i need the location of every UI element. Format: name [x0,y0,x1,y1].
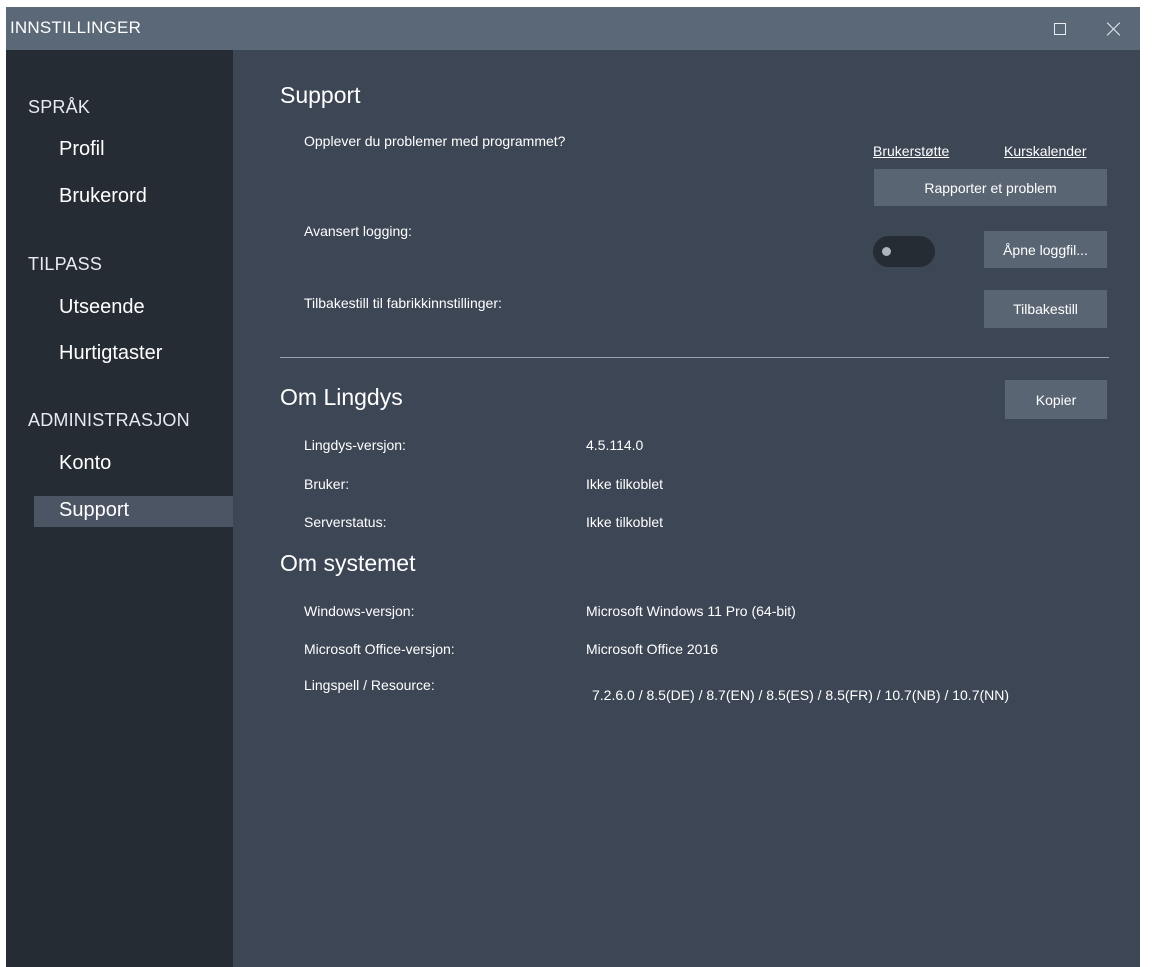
sidebar-item-support[interactable]: Support [34,496,233,527]
lingdys-version-label: Lingdys-versjon: [304,437,406,453]
sidebar-item-hurtigtaster[interactable]: Hurtigtaster [34,339,233,370]
support-heading: Support [280,82,361,108]
advanced-logging-label: Avansert logging: [304,223,412,239]
sidebar-item-utseende[interactable]: Utseende [34,293,233,324]
about-lingdys-heading: Om Lingdys [280,384,403,410]
sidebar-section-tilpass: TILPASS [28,254,103,274]
sidebar-item-konto[interactable]: Konto [34,449,233,480]
office-version-label: Microsoft Office-versjon: [304,641,455,657]
settings-window: INNSTILLINGER SPRÅK Profil Brukerord TIL… [6,7,1140,967]
toggle-knob [882,247,891,256]
copy-button[interactable]: Kopier [1005,380,1107,419]
sidebar-item-label: Support [59,499,130,521]
office-version-value: Microsoft Office 2016 [586,641,719,657]
sidebar: SPRÅK Profil Brukerord TILPASS Utseende … [6,50,233,967]
brukerstotte-link[interactable]: Brukerstøtte [873,143,949,159]
lingspell-resource-value: 7.2.6.0 / 8.5(DE) / 8.7(EN) / 8.5(ES) / … [592,687,1010,703]
sidebar-item-label: Hurtigtaster [59,342,163,364]
window-title: INNSTILLINGER [10,18,142,37]
advanced-logging-toggle[interactable] [873,236,935,267]
user-label: Bruker: [304,476,350,492]
server-status-label: Serverstatus: [304,514,387,530]
content-panel: Support Opplever du problemer med progra… [233,50,1140,967]
kurskalender-link[interactable]: Kurskalender [1004,143,1087,159]
title-bar[interactable]: INNSTILLINGER [6,7,1140,50]
problem-question: Opplever du problemer med programmet? [304,133,566,149]
sidebar-item-label: Brukerord [59,185,147,207]
maximize-button[interactable] [1038,7,1082,50]
sidebar-item-profil[interactable]: Profil [34,135,233,166]
reset-button[interactable]: Tilbakestill [984,290,1107,328]
report-problem-button[interactable]: Rapporter et problem [874,169,1107,206]
sidebar-item-label: Utseende [59,296,145,318]
close-icon [1107,22,1121,36]
server-status-value: Ikke tilkoblet [586,514,664,530]
lingspell-resource-label: Lingspell / Resource: [304,677,435,693]
sidebar-item-label: Profil [59,138,105,160]
reset-label: Tilbakestill til fabrikkinnstillinger: [304,295,502,311]
user-value: Ikke tilkoblet [586,476,664,492]
maximize-icon [1054,22,1066,35]
sidebar-item-brukerord[interactable]: Brukerord [34,182,233,213]
sidebar-section-administrasjon: ADMINISTRASJON [28,410,190,430]
about-system-heading: Om systemet [280,550,416,576]
section-divider [280,357,1109,358]
close-button[interactable] [1092,7,1136,50]
open-logfile-button[interactable]: Åpne loggfil... [984,231,1107,268]
sidebar-section-sprak: SPRÅK [28,97,91,117]
sidebar-item-label: Konto [59,452,112,474]
windows-version-label: Windows-versjon: [304,603,415,619]
windows-version-value: Microsoft Windows 11 Pro (64-bit) [586,603,796,619]
lingdys-version-value: 4.5.114.0 [586,437,644,453]
